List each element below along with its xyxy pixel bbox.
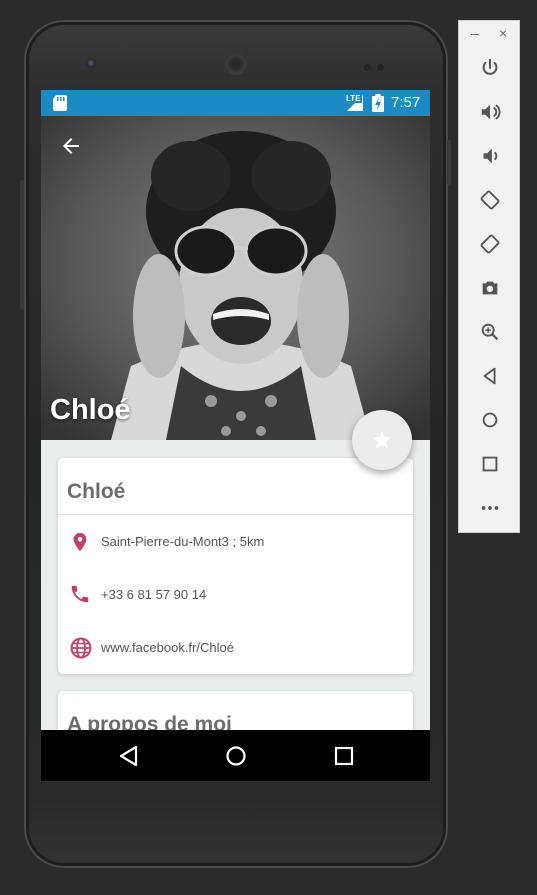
portrait-image	[41, 116, 430, 440]
profile-photo: Chloé	[41, 116, 430, 440]
camera-icon[interactable]	[479, 277, 501, 299]
globe-icon	[70, 637, 92, 659]
website-text: www.facebook.fr/Chloé	[101, 640, 234, 655]
proximity-sensor	[364, 58, 394, 71]
favorite-button[interactable]	[352, 410, 412, 470]
back-icon[interactable]	[479, 365, 501, 387]
emulator-toolbar: – ×	[458, 20, 520, 533]
navigation-bar	[41, 730, 430, 781]
device-screen: LTE 7:57 Chloé Chloé Saint-Pierre-du-Mon…	[41, 90, 430, 781]
lte-label: LTE	[345, 94, 362, 103]
minimize-button[interactable]: –	[471, 25, 479, 41]
location-text: Saint-Pierre-du-Mont3 ; 5km	[101, 534, 265, 549]
front-camera	[86, 58, 96, 68]
battery-icon	[372, 94, 384, 112]
more-icon[interactable]	[479, 497, 501, 519]
zoom-icon[interactable]	[479, 321, 501, 343]
nav-back-icon[interactable]	[118, 745, 138, 767]
power-side-button	[447, 140, 451, 185]
close-button[interactable]: ×	[499, 25, 507, 41]
rotate-left-icon[interactable]	[479, 189, 501, 211]
power-icon[interactable]	[479, 57, 501, 79]
location-row[interactable]: Saint-Pierre-du-Mont3 ; 5km	[58, 522, 413, 562]
earpiece-speaker	[225, 53, 247, 75]
nav-home-icon[interactable]	[225, 745, 247, 767]
divider	[58, 514, 413, 515]
side-button	[20, 180, 24, 310]
phone-icon	[71, 585, 89, 603]
website-row[interactable]: www.facebook.fr/Chloé	[58, 628, 413, 668]
overview-icon[interactable]	[479, 453, 501, 475]
contact-card: Chloé Saint-Pierre-du-Mont3 ; 5km +33 6 …	[58, 458, 413, 674]
volume-down-icon[interactable]	[479, 145, 501, 167]
clock: 7:57	[391, 94, 421, 111]
star-icon	[372, 430, 392, 449]
status-bar: LTE 7:57	[41, 90, 430, 116]
card-title: Chloé	[67, 480, 126, 503]
location-pin-icon	[73, 532, 87, 552]
home-icon[interactable]	[479, 409, 501, 431]
volume-up-icon[interactable]	[479, 101, 501, 123]
phone-text: +33 6 81 57 90 14	[101, 587, 207, 602]
nav-overview-icon[interactable]	[334, 746, 354, 766]
rotate-right-icon[interactable]	[479, 233, 501, 255]
hero-name: Chloé	[50, 394, 131, 426]
back-arrow-icon[interactable]	[59, 134, 83, 158]
phone-row[interactable]: +33 6 81 57 90 14	[58, 575, 413, 615]
sd-card-icon	[53, 95, 67, 111]
